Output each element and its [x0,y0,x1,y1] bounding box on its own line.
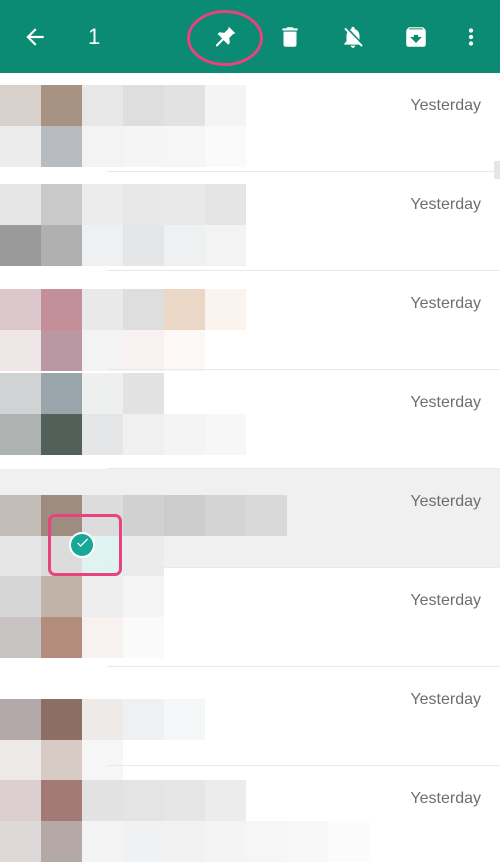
blurred-chat-preview [0,469,380,577]
chat-time: Yesterday [410,196,481,213]
chat-row[interactable]: Yesterday [0,271,500,371]
selection-toolbar: 1 [0,0,500,73]
archive-button[interactable] [388,0,444,73]
chat-time: Yesterday [410,691,481,708]
chat-row[interactable]: Yesterday [0,667,500,781]
chat-time: Yesterday [410,493,481,510]
chat-row[interactable]: Yesterday [0,766,500,862]
chat-row[interactable]: Yesterday [0,568,500,667]
blurred-chat-preview [0,271,380,371]
chat-time: Yesterday [410,97,481,114]
blurred-chat-preview [0,172,380,271]
delete-button[interactable] [262,0,318,73]
selected-check-badge[interactable] [69,532,95,558]
check-icon [75,535,90,555]
blurred-chat-preview [0,73,380,172]
chat-time: Yesterday [410,790,481,807]
blurred-chat-preview [0,370,380,469]
scrollbar[interactable] [494,161,500,179]
chat-row[interactable]: Yesterday [0,73,500,172]
back-button[interactable] [7,0,63,73]
archive-icon [403,24,429,50]
arrow-left-icon [22,24,48,50]
selected-count: 1 [88,23,101,49]
trash-icon [277,24,303,50]
more-vert-icon [458,24,484,50]
pin-button[interactable] [197,0,253,73]
chat-time: Yesterday [410,394,481,411]
mute-icon [340,24,366,50]
chat-time: Yesterday [410,592,481,609]
chat-row[interactable]: Yesterday [0,172,500,271]
more-options-button[interactable] [443,0,499,73]
pin-icon [212,24,238,50]
chat-list: Yesterday Yesterday Yesterday Yesterday … [0,73,500,862]
blurred-chat-preview [0,667,380,781]
mute-button[interactable] [325,0,381,73]
chat-time: Yesterday [410,295,481,312]
chat-row[interactable]: Yesterday [0,370,500,469]
blurred-chat-preview [0,766,380,862]
blurred-chat-preview [0,568,380,667]
